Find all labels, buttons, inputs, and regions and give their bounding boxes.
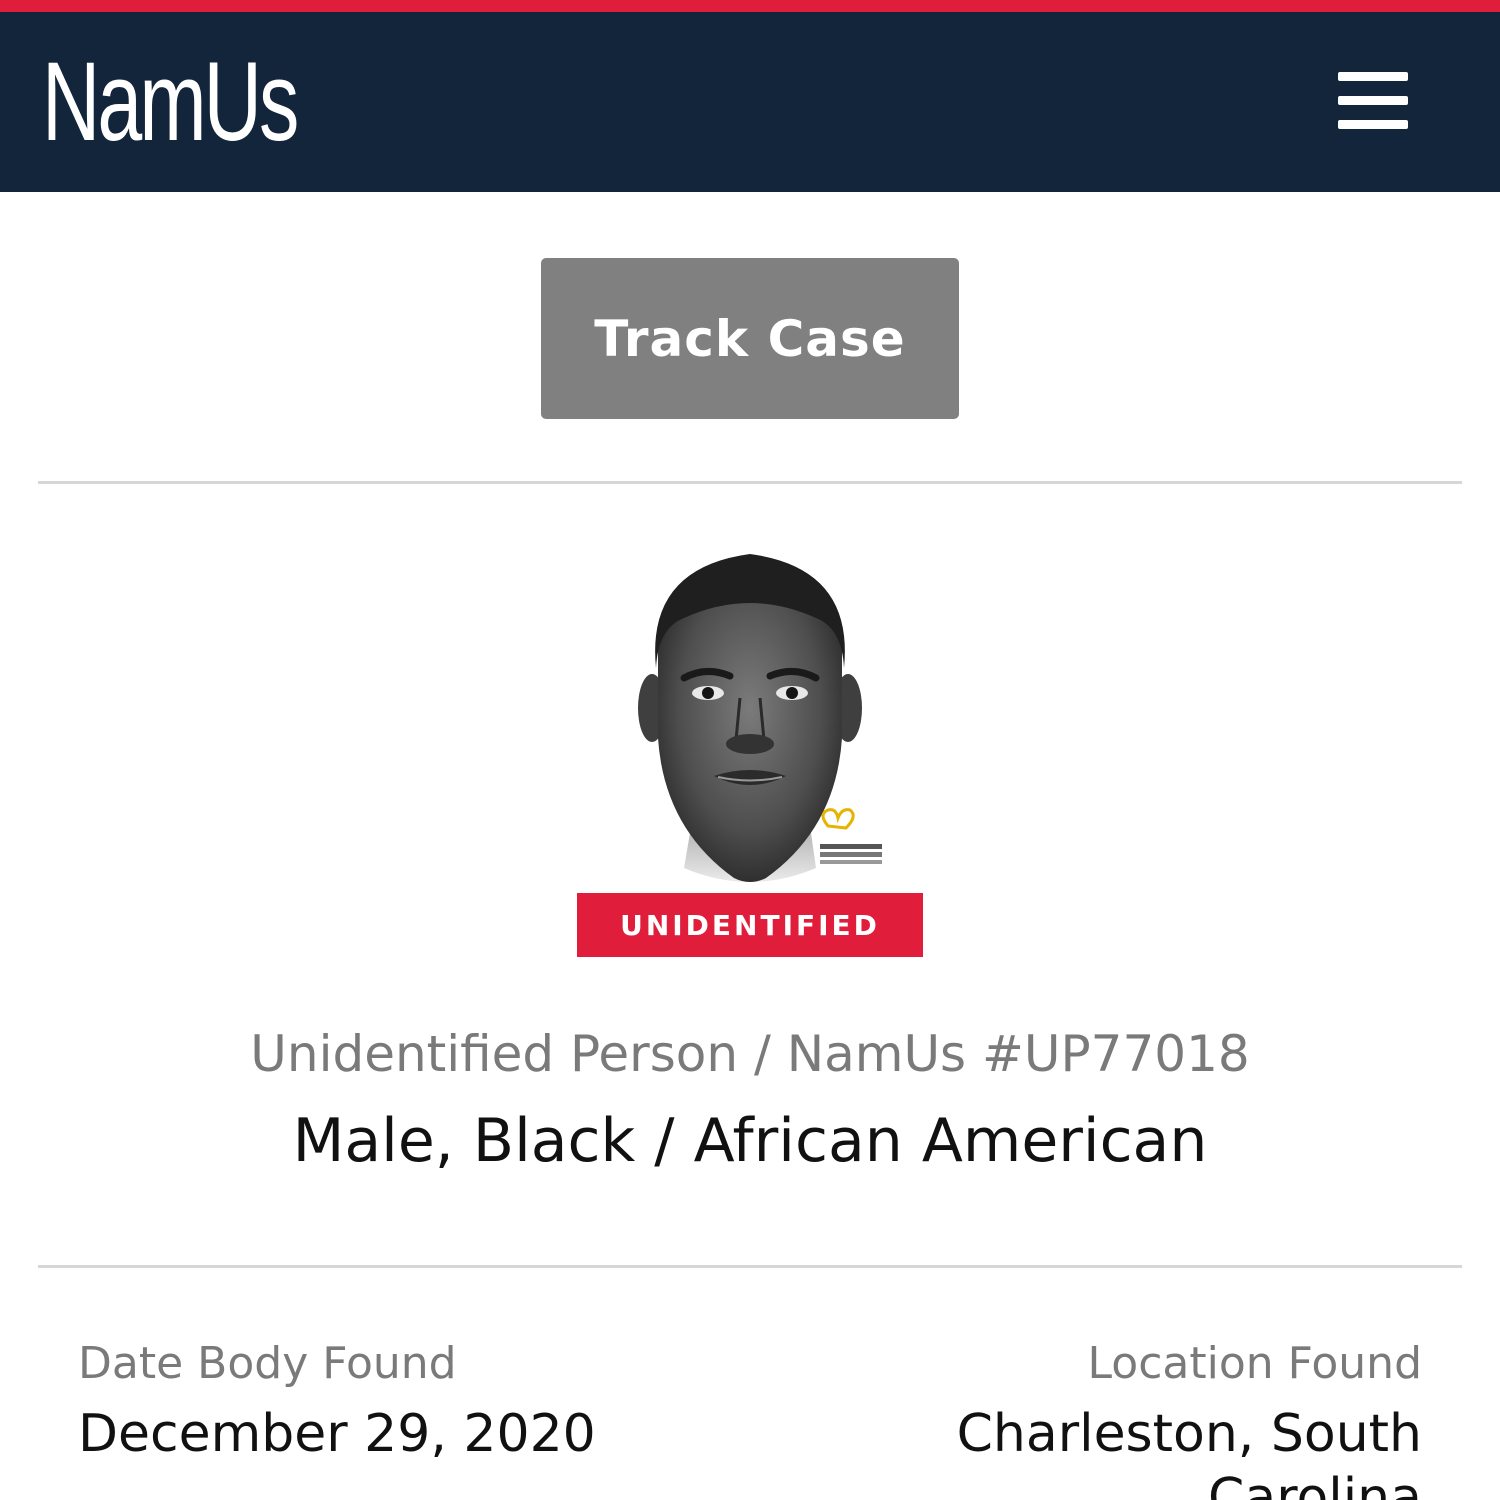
case-title: Male, Black / African American [292, 1106, 1208, 1176]
location-found-value: Charleston, South Carolina [956, 1404, 1422, 1500]
top-accent-bar [0, 0, 1500, 12]
site-header: NamUs [0, 12, 1500, 192]
date-found-value: December 29, 2020 [78, 1404, 596, 1464]
ncmec-logo [820, 808, 882, 864]
menu-bar-top [1338, 72, 1408, 81]
menu-bar-bottom [1338, 120, 1408, 129]
case-photo [638, 554, 882, 882]
divider-top [38, 481, 1462, 484]
divider-bottom [38, 1265, 1462, 1268]
menu-bar-middle [1338, 96, 1408, 105]
case-subtitle: Unidentified Person / NamUs #UP77018 [250, 1025, 1250, 1083]
location-found-label: Location Found [1087, 1338, 1422, 1389]
date-found-label: Date Body Found [78, 1338, 457, 1389]
status-badge: UNIDENTIFIED [577, 893, 923, 957]
page: NamUs Track Case UNIDENTIFIED Unidentifi… [0, 0, 1500, 1500]
track-case-button[interactable]: Track Case [541, 258, 959, 419]
namus-logo[interactable]: NamUs [42, 42, 299, 162]
hamburger-menu-icon[interactable] [1330, 70, 1414, 130]
